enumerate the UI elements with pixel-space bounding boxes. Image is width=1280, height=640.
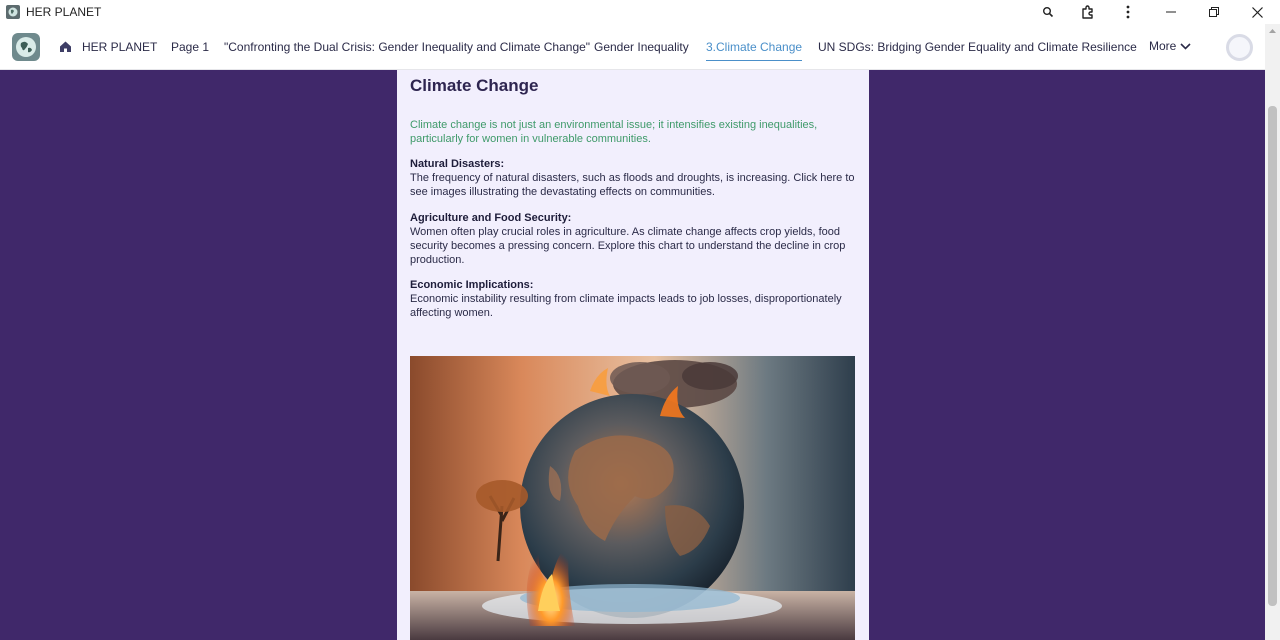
page-background: Climate Change Climate change is not jus… [0,70,1265,640]
content-card: Climate Change Climate change is not jus… [397,70,869,640]
home-icon[interactable] [59,40,72,53]
page-scrollbar[interactable] [1265,24,1280,640]
section-economic: Economic Implications: Economic instabil… [410,278,860,320]
window-titlebar: HER PLANET [0,0,1280,24]
scrollbar-thumb[interactable] [1268,106,1277,606]
site-navbar: HER PLANET Page 1 "Confronting the Dual … [0,24,1280,70]
section-body: The frequency of natural disasters, such… [410,172,855,198]
section-heading: Agriculture and Food Security: [410,212,572,224]
window-title: HER PLANET [26,5,102,19]
nav-item-climate-change[interactable]: 3.Climate Change [706,39,803,61]
intro-text: Climate change is not just an environmen… [410,119,818,145]
user-avatar[interactable] [1226,34,1253,61]
more-menu-button[interactable]: More [1149,39,1191,53]
app-icon [6,5,20,19]
nav-item-dual-crisis[interactable]: "Confronting the Dual Crisis: Gender Ine… [224,39,590,55]
kebab-menu-icon[interactable] [1108,0,1148,24]
chevron-down-icon [1180,42,1191,50]
close-icon[interactable] [1234,0,1280,24]
scroll-up-icon[interactable] [1265,24,1280,38]
nav-item-gender-inequality[interactable]: Gender Inequality [594,39,689,55]
nav-item-page-1[interactable]: Page 1 [171,39,209,55]
section-body: Economic instability resulting from clim… [410,293,842,319]
section-heading: Economic Implications: [410,279,534,291]
more-label: More [1149,39,1177,53]
nav-item-un-sdgs[interactable]: UN SDGs: Bridging Gender Equality and Cl… [818,39,1137,55]
extensions-icon[interactable] [1068,0,1108,24]
section-agriculture: Agriculture and Food Security: Women oft… [410,211,860,267]
section-natural-disasters: Natural Disasters: The frequency of natu… [410,157,860,199]
site-logo[interactable] [12,33,40,61]
burning-earth-image [410,356,855,640]
minimize-icon[interactable] [1148,0,1194,24]
zoom-icon[interactable] [1028,0,1068,24]
page-title: Climate Change [410,76,539,95]
section-heading: Natural Disasters: [410,158,505,170]
restore-icon[interactable] [1194,0,1234,24]
nav-item-her-planet[interactable]: HER PLANET [82,39,157,55]
section-body: Women often play crucial roles in agricu… [410,226,846,266]
